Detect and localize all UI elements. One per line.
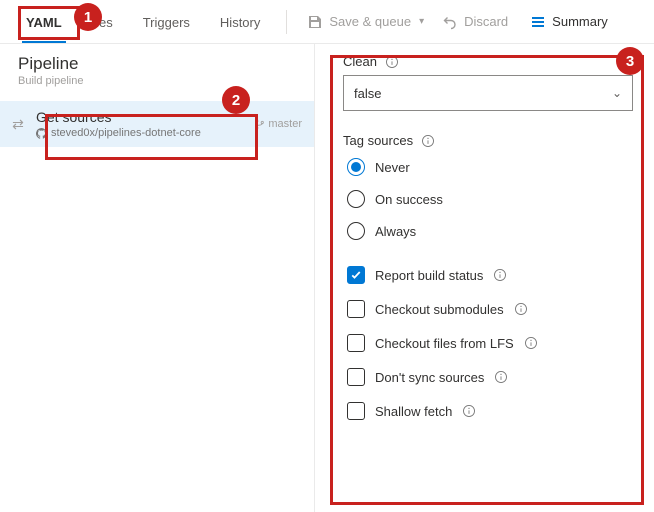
summary-label: Summary bbox=[552, 14, 608, 29]
info-icon[interactable] bbox=[514, 302, 528, 316]
undo-icon bbox=[442, 14, 458, 30]
radio-never-label: Never bbox=[375, 160, 410, 175]
radio-always-label: Always bbox=[375, 224, 416, 239]
tab-yaml[interactable]: YAML bbox=[12, 6, 76, 38]
github-icon bbox=[36, 128, 47, 139]
tab-triggers[interactable]: Triggers bbox=[129, 6, 204, 38]
callout-marker-2: 2 bbox=[222, 86, 250, 114]
checkbox-report-build-status-label: Report build status bbox=[375, 268, 483, 283]
check-icon bbox=[350, 269, 362, 281]
checkbox-checkout-submodules[interactable] bbox=[347, 300, 365, 318]
checkbox-checkout-lfs[interactable] bbox=[347, 334, 365, 352]
list-icon bbox=[530, 14, 546, 30]
summary-button[interactable]: Summary bbox=[522, 8, 616, 36]
drag-handle-icon: ⇄ bbox=[8, 116, 28, 133]
checkbox-shallow-fetch-label: Shallow fetch bbox=[375, 404, 452, 419]
clean-label: Clean bbox=[343, 54, 640, 69]
branch-name: master bbox=[268, 118, 302, 130]
tag-sources-label: Tag sources bbox=[343, 133, 640, 148]
checkbox-dont-sync-sources[interactable] bbox=[347, 368, 365, 386]
chevron-down-icon: ▾ bbox=[419, 16, 424, 27]
radio-always[interactable] bbox=[347, 222, 365, 240]
right-panel: Clean false ⌄ Tag sources Never On succe… bbox=[315, 44, 654, 512]
checkbox-report-build-status[interactable] bbox=[347, 266, 365, 284]
clean-label-text: Clean bbox=[343, 54, 377, 69]
save-icon bbox=[307, 14, 323, 30]
info-icon[interactable] bbox=[493, 268, 507, 282]
clean-value: false bbox=[354, 86, 381, 101]
get-sources-title: Get sources bbox=[36, 109, 246, 125]
info-icon[interactable] bbox=[385, 55, 399, 69]
left-panel: Pipeline Build pipeline ⇄ Get sources st… bbox=[0, 44, 315, 512]
save-queue-label: Save & queue bbox=[329, 14, 411, 29]
tab-history[interactable]: History bbox=[206, 6, 274, 38]
pipeline-header[interactable]: Pipeline Build pipeline bbox=[0, 44, 314, 101]
info-icon[interactable] bbox=[524, 336, 538, 350]
main-content: Pipeline Build pipeline ⇄ Get sources st… bbox=[0, 44, 654, 512]
radio-on-success-label: On success bbox=[375, 192, 443, 207]
clean-select[interactable]: false ⌄ bbox=[343, 75, 633, 111]
callout-marker-3: 3 bbox=[616, 47, 644, 75]
checkbox-checkout-lfs-label: Checkout files from LFS bbox=[375, 336, 514, 351]
repo-path: steved0x/pipelines-dotnet-core bbox=[51, 127, 201, 139]
callout-marker-1: 1 bbox=[74, 3, 102, 31]
info-icon[interactable] bbox=[421, 134, 435, 148]
radio-on-success[interactable] bbox=[347, 190, 365, 208]
chevron-down-icon: ⌄ bbox=[612, 86, 622, 100]
checkbox-shallow-fetch[interactable] bbox=[347, 402, 365, 420]
discard-label: Discard bbox=[464, 14, 508, 29]
get-sources-row[interactable]: ⇄ Get sources steved0x/pipelines-dotnet-… bbox=[0, 101, 314, 147]
discard-button[interactable]: Discard bbox=[434, 8, 516, 36]
checkbox-dont-sync-sources-label: Don't sync sources bbox=[375, 370, 484, 385]
branch-icon bbox=[254, 119, 265, 130]
radio-never[interactable] bbox=[347, 158, 365, 176]
tag-sources-label-text: Tag sources bbox=[343, 133, 413, 148]
info-icon[interactable] bbox=[494, 370, 508, 384]
pipeline-title: Pipeline bbox=[18, 54, 300, 74]
toolbar-separator bbox=[286, 10, 287, 34]
checkbox-checkout-submodules-label: Checkout submodules bbox=[375, 302, 504, 317]
info-icon[interactable] bbox=[462, 404, 476, 418]
branch-indicator: master bbox=[254, 118, 306, 130]
save-queue-button[interactable]: Save & queue ▾ bbox=[299, 8, 432, 36]
pipeline-subtitle: Build pipeline bbox=[18, 75, 300, 87]
